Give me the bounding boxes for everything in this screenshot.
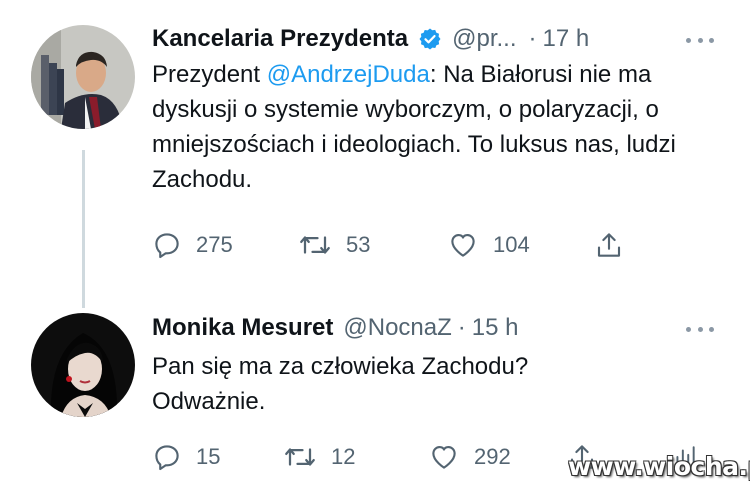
- mention-link[interactable]: @AndrzejDuda: [267, 61, 430, 88]
- separator-dot: ·: [528, 25, 537, 52]
- watermark: www.wiocha.pl: [568, 452, 750, 481]
- retweet-button[interactable]: 12: [283, 440, 355, 474]
- retweet-count: 53: [346, 232, 371, 257]
- tweet-text: Pan się ma za człowieka Zachodu? Odważni…: [152, 353, 529, 415]
- tweet-time[interactable]: 15 h: [472, 314, 519, 342]
- like-icon: [432, 445, 456, 469]
- tweet-text-start: Prezydent: [152, 61, 267, 88]
- retweet-count: 12: [331, 444, 356, 469]
- tweet-header: Kancelaria Prezydenta @pr... · 17 h: [152, 22, 589, 56]
- retweet-button[interactable]: 53: [298, 228, 370, 262]
- retweet-icon: [300, 236, 330, 254]
- reply-icon: [155, 445, 179, 471]
- avatar-photo: [31, 25, 135, 129]
- like-button[interactable]: 104: [447, 228, 530, 262]
- like-button[interactable]: 292: [428, 440, 511, 474]
- thread-line: [82, 150, 85, 308]
- tweet-header: Monika Mesuret @NocnaZ · 15 h: [152, 311, 519, 345]
- reply-count: 275: [196, 232, 233, 257]
- avatar[interactable]: [31, 25, 135, 129]
- avatar[interactable]: [31, 313, 135, 417]
- author-name[interactable]: Monika Mesuret: [152, 314, 333, 342]
- author-name[interactable]: Kancelaria Prezydenta: [152, 25, 408, 53]
- tweet-time[interactable]: 17 h: [543, 25, 590, 53]
- author-handle[interactable]: @pr...: [452, 25, 516, 53]
- verified-badge-icon: [418, 27, 442, 51]
- more-icon[interactable]: [686, 322, 714, 336]
- reply-button[interactable]: 275: [152, 228, 233, 262]
- reply-count: 15: [196, 444, 221, 469]
- author-handle[interactable]: @NocnaZ: [343, 314, 451, 342]
- more-icon[interactable]: [686, 33, 714, 47]
- like-count: 104: [493, 232, 530, 257]
- reply-button[interactable]: 15: [152, 440, 220, 474]
- tweet-kancelaria[interactable]: Kancelaria Prezydenta @pr... · 17 h Prez…: [0, 0, 750, 308]
- retweet-icon: [285, 448, 315, 466]
- tweet-text: Prezydent @AndrzejDuda: Na Białorusi nie…: [152, 57, 732, 197]
- like-count: 292: [474, 444, 511, 469]
- share-button[interactable]: [594, 228, 624, 262]
- reply-icon: [155, 233, 179, 259]
- avatar-photo: [31, 313, 135, 417]
- separator-dot: ·: [457, 314, 466, 341]
- share-icon: [597, 233, 621, 257]
- like-icon: [451, 233, 475, 257]
